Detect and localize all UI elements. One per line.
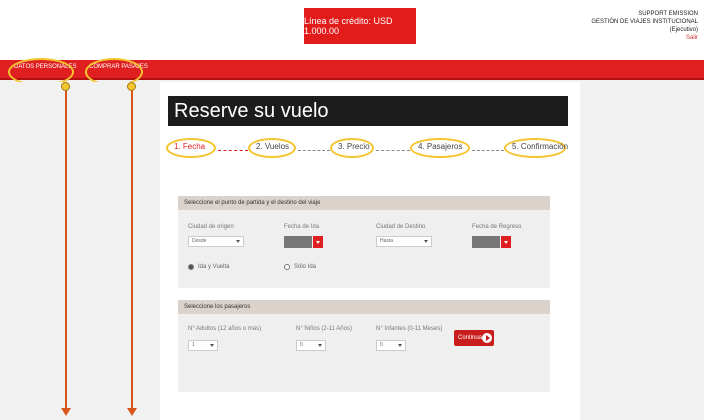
departure-date-label: Fecha de Ida [284,224,320,230]
user-role: (Ejecutivo) [669,27,698,33]
chevron-down-icon [398,344,402,347]
user-name: SUPPORT EMISSION [638,11,698,17]
annotation-dot [127,82,136,91]
adults-select[interactable]: 1 [188,340,218,351]
booking-panel: Reserve su vuelo 1. Fecha 2. Vuelos 3. P… [160,82,580,420]
origin-select[interactable]: Desde [188,236,244,247]
annotation-arrow-head [127,408,137,416]
booking-steps: 1. Fecha 2. Vuelos 3. Precio 4. Pasajero… [164,138,574,166]
infants-select-value: 0 [380,342,383,348]
chevron-down-icon [236,240,240,243]
departure-calendar-button[interactable] [313,236,323,248]
children-label: N° Niños (2-11 Años) [296,326,352,332]
passengers-section: Seleccione los pasajeros N° Adultos (12 … [178,300,550,392]
step-pasajeros[interactable]: 4. Pasajeros [418,142,462,151]
origin-label: Ciudad de origen [188,224,234,230]
round-trip-radio[interactable] [188,264,194,270]
annotation-dot [61,82,70,91]
arrow-right-icon [482,333,492,343]
step-precio[interactable]: 3. Precio [338,142,370,151]
chevron-down-icon [424,240,428,243]
logout-link[interactable]: Salir [591,34,698,42]
credit-line-badge: Línea de crédito: USD 1.000.00 [304,8,416,44]
return-date-label: Fecha de Regreso [472,224,522,230]
one-way-label: Sólo Ida [294,264,317,270]
step-confirmacion[interactable]: 5. Confirmación [512,142,568,151]
one-way-radio[interactable] [284,264,290,270]
user-info: SUPPORT EMISSION GESTIÓN DE VIAJES INSTI… [591,10,698,42]
step-connector [376,150,410,151]
annotation-arrow-line [131,88,133,408]
annotation-arrow-line [65,88,67,408]
return-date-input[interactable] [472,236,500,248]
annotation-arrow-head [61,408,71,416]
chevron-down-icon [318,344,322,347]
destination-select-value: Hasta [380,238,394,244]
destination-select[interactable]: Hasta [376,236,432,247]
infants-label: N° Infantes (0-11 Meses) [376,326,443,332]
infants-select[interactable]: 0 [376,340,406,351]
continue-button-label: Continuar [458,335,485,341]
step-vuelos[interactable]: 2. Vuelos [256,142,289,151]
children-select-value: 0 [300,342,303,348]
children-select[interactable]: 0 [296,340,326,351]
step-connector [218,150,248,151]
step-fecha[interactable]: 1. Fecha [174,142,205,151]
passengers-section-header: Seleccione los pasajeros [178,300,550,314]
page-title: Reserve su vuelo [168,96,568,126]
destination-label: Ciudad de Destino [376,224,426,230]
origin-select-value: Desde [192,238,207,244]
adults-label: N° Adultos (12 años o más) [188,326,262,332]
top-header: Línea de crédito: USD 1.000.00 SUPPORT E… [0,0,704,60]
round-trip-label: Ida y Vuelta [198,264,230,270]
left-column [0,82,160,420]
continue-button[interactable]: Continuar [454,330,494,346]
return-calendar-button[interactable] [501,236,511,248]
page: Línea de crédito: USD 1.000.00 SUPPORT E… [0,0,704,420]
route-section-header: Seleccione el punto de partida y el dest… [178,196,550,210]
step-connector [472,150,504,151]
user-company: GESTIÓN DE VIAJES INSTITUCIONAL [591,19,698,25]
departure-date-input[interactable] [284,236,312,248]
adults-select-value: 1 [192,342,195,348]
chevron-down-icon [210,344,214,347]
right-column [580,82,704,420]
step-connector [298,150,330,151]
route-section: Seleccione el punto de partida y el dest… [178,196,550,288]
